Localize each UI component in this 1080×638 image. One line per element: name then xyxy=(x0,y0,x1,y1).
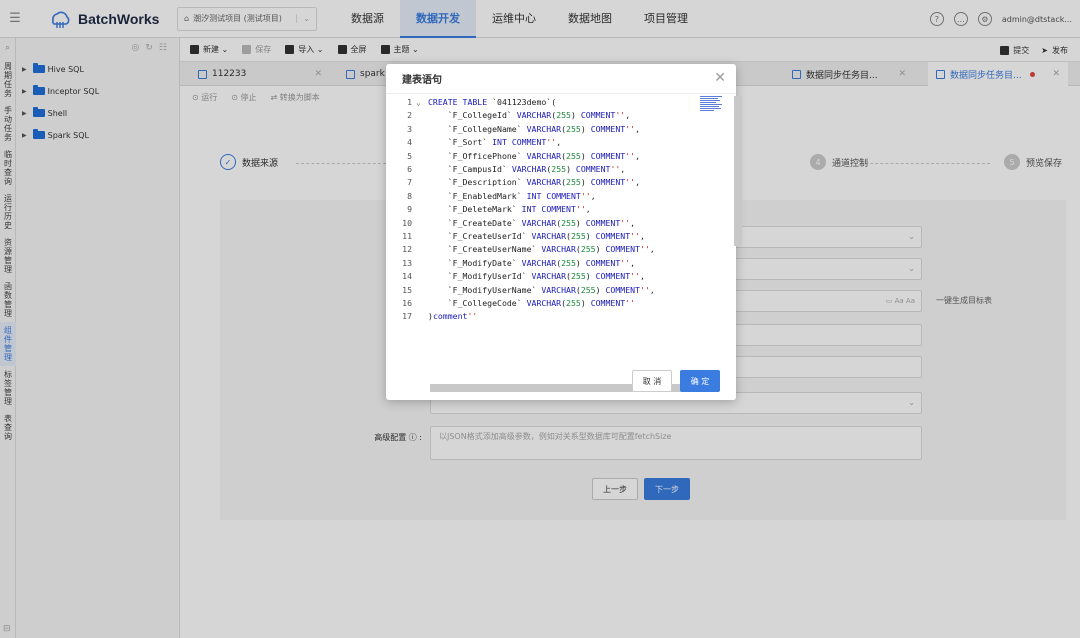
code-line: 15 `F_ModifyUserName` VARCHAR(255) COMME… xyxy=(402,284,655,295)
close-icon[interactable]: ✕ xyxy=(714,70,726,86)
code-line: 13 `F_ModifyDate` VARCHAR(255) COMMENT''… xyxy=(402,257,636,268)
code-line: 1 ⌄ CREATE TABLE `041123demo`( xyxy=(407,97,557,107)
code-line: 2 `F_CollegeId` VARCHAR(255) COMMENT'', xyxy=(407,110,631,121)
code-line: 8 `F_EnabledMark` INT COMMENT'', xyxy=(407,190,596,201)
code-line: 17)comment'' xyxy=(402,311,478,322)
code-line: 9 `F_DeleteMark` INT COMMENT'', xyxy=(407,204,591,215)
modal-header: 建表语句 ✕ xyxy=(386,64,736,94)
code-line: 14 `F_ModifyUserId` VARCHAR(255) COMMENT… xyxy=(402,271,645,282)
code-editor[interactable]: 1 ⌄ CREATE TABLE `041123demo`( 2 `F_College… xyxy=(394,94,742,392)
code-line: 16 `F_CollegeCode` VARCHAR(255) COMMENT'… xyxy=(402,298,636,308)
cancel-button[interactable]: 取 消 xyxy=(632,370,672,392)
create-table-modal: 建表语句 ✕ 1 ⌄ CREATE TABLE `041123demo`( 2 `F_… xyxy=(386,64,742,400)
code-line: 7 `F_Description` VARCHAR(255) COMMENT''… xyxy=(407,177,641,188)
code-line: 4 `F_Sort` INT COMMENT'', xyxy=(407,137,562,148)
code-line: 5 `F_OfficePhone` VARCHAR(255) COMMENT''… xyxy=(407,150,641,161)
vertical-scrollbar[interactable] xyxy=(734,96,742,246)
code-line: 12 `F_CreateUserName` VARCHAR(255) COMME… xyxy=(402,244,655,255)
code-line: 10 `F_CreateDate` VARCHAR(255) COMMENT''… xyxy=(402,217,636,228)
minimap[interactable] xyxy=(700,96,724,116)
ok-button[interactable]: 确 定 xyxy=(680,370,720,392)
modal-footer: 取 消 确 定 xyxy=(386,370,736,394)
code-line: 3 `F_CollegeName` VARCHAR(255) COMMENT''… xyxy=(407,123,641,134)
code-line: 11 `F_CreateUserId` VARCHAR(255) COMMENT… xyxy=(402,231,645,241)
modal-title: 建表语句 xyxy=(402,75,442,86)
code-line: 6 `F_CampusId` VARCHAR(255) COMMENT'', xyxy=(407,164,626,174)
